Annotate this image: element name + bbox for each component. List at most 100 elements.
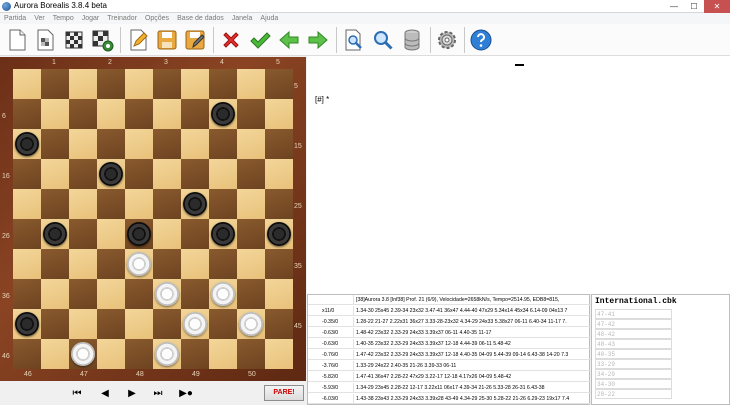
close-button[interactable]: ✕	[704, 0, 730, 13]
dark-square[interactable]	[237, 219, 265, 249]
engine-line[interactable]: -3.76/0 1.33-29 24x22 2.40-35 21-26 3.39-…	[308, 361, 591, 371]
save-edit-icon[interactable]	[182, 26, 208, 54]
white-piece[interactable]	[71, 342, 95, 366]
engine-line[interactable]: -0.35/0 1.28-22 21-27 2.22x31 36x27 3.33-…	[308, 317, 591, 327]
forward-arrow-icon[interactable]	[305, 26, 331, 54]
database-move[interactable]: 33-29	[595, 359, 672, 369]
white-piece[interactable]	[127, 252, 151, 276]
engine-line[interactable]: -0.63/0 1.48-42 23x32 2.33-29 24x33 3.39x…	[308, 328, 591, 338]
dark-square[interactable]	[265, 309, 293, 339]
engine-line[interactable]: -0.76/0 1.47-42 23x32 2.33-29 24x33 3.39x…	[308, 350, 591, 360]
engine-line[interactable]: -5.82/0 1.47-41 36x47 2.28-22 47x29 3.22-…	[308, 372, 591, 382]
dark-square[interactable]	[13, 159, 41, 189]
database-move[interactable]: 34-30	[595, 379, 672, 389]
black-piece[interactable]	[183, 192, 207, 216]
dark-square[interactable]	[181, 99, 209, 129]
dark-square[interactable]	[13, 339, 41, 369]
menu-treinador[interactable]: Treinador	[107, 13, 137, 24]
board-setup-icon[interactable]	[32, 26, 58, 54]
database-move[interactable]: 28-22	[595, 389, 672, 399]
white-piece[interactable]	[155, 282, 179, 306]
menu-ver[interactable]: Ver	[34, 13, 45, 24]
back-arrow-icon[interactable]	[276, 26, 302, 54]
dark-square[interactable]	[209, 309, 237, 339]
dark-square[interactable]	[69, 159, 97, 189]
magnify-document-icon[interactable]	[341, 26, 367, 54]
menu-base-de-dados[interactable]: Base de dados	[177, 13, 224, 24]
black-piece[interactable]	[43, 222, 67, 246]
dark-square[interactable]	[97, 249, 125, 279]
black-piece[interactable]	[211, 222, 235, 246]
dark-square[interactable]	[209, 129, 237, 159]
dark-square[interactable]	[153, 189, 181, 219]
database-move[interactable]: 47-42	[595, 319, 672, 329]
dark-square[interactable]	[153, 69, 181, 99]
dark-square[interactable]	[41, 309, 69, 339]
dark-square[interactable]	[209, 189, 237, 219]
dark-square[interactable]	[237, 99, 265, 129]
save-icon[interactable]	[154, 26, 180, 54]
dark-square[interactable]	[125, 279, 153, 309]
menu-partida[interactable]: Partida	[4, 13, 26, 24]
dark-square[interactable]	[181, 159, 209, 189]
database-move[interactable]: 48-42	[595, 329, 672, 339]
last-move-button[interactable]: ⏭	[152, 388, 164, 400]
opening-database-panel[interactable]: International.cbk 47-41 47-42 48-42 48-4…	[591, 294, 730, 405]
dark-square[interactable]	[237, 279, 265, 309]
stop-button[interactable]: PARE!	[264, 385, 304, 401]
dark-square[interactable]	[41, 189, 69, 219]
black-piece[interactable]	[267, 222, 291, 246]
dark-square[interactable]	[153, 249, 181, 279]
dark-square[interactable]	[125, 219, 153, 249]
dark-square[interactable]	[97, 69, 125, 99]
dark-square[interactable]	[209, 249, 237, 279]
black-piece[interactable]	[99, 162, 123, 186]
database-icon[interactable]	[399, 26, 425, 54]
engine-line[interactable]: -5.93/0 1.34-29 23x45 2.28-22 12-17 3.22x…	[308, 383, 591, 393]
black-piece[interactable]	[15, 312, 39, 336]
dark-square[interactable]	[237, 159, 265, 189]
board-gear-icon[interactable]	[89, 26, 115, 54]
menu-jogar[interactable]: Jogar	[82, 13, 100, 24]
database-move[interactable]: 47-41	[595, 309, 672, 319]
engine-analysis-panel[interactable]: [38]Aurora 3.8 [Inf38] Prof. 21 (6/9), V…	[307, 294, 591, 405]
database-move[interactable]: 40-35	[595, 349, 672, 359]
dark-square[interactable]	[265, 129, 293, 159]
menu-opcoes[interactable]: Opções	[145, 13, 169, 24]
dark-square[interactable]	[41, 69, 69, 99]
checkers-board[interactable]	[13, 69, 293, 369]
dark-square[interactable]	[181, 219, 209, 249]
black-piece[interactable]	[211, 102, 235, 126]
dark-square[interactable]	[153, 129, 181, 159]
white-piece[interactable]	[211, 282, 235, 306]
dark-square[interactable]	[265, 249, 293, 279]
dark-square[interactable]	[97, 309, 125, 339]
minimize-button[interactable]: —	[664, 0, 684, 13]
white-piece[interactable]	[155, 342, 179, 366]
dark-square[interactable]	[181, 339, 209, 369]
board-icon[interactable]	[61, 26, 87, 54]
accept-icon[interactable]	[247, 26, 273, 54]
search-icon[interactable]	[370, 26, 396, 54]
engine-line[interactable]: x11/0 1.34-30 25x45 2.39-34 23x32 3.47-41…	[308, 306, 591, 316]
previous-move-button[interactable]: ◀	[99, 388, 111, 400]
dark-square[interactable]	[97, 189, 125, 219]
engine-line[interactable]: -6.03/0 1.43-38 23x43 2.33-29 24x33 3.39x…	[308, 394, 591, 404]
next-move-button[interactable]: ▶	[126, 388, 138, 400]
dark-square[interactable]	[265, 69, 293, 99]
dark-square[interactable]	[125, 99, 153, 129]
menu-tempo[interactable]: Tempo	[53, 13, 74, 24]
dark-square[interactable]	[13, 279, 41, 309]
dark-square[interactable]	[97, 129, 125, 159]
dark-square[interactable]	[153, 309, 181, 339]
help-icon[interactable]	[468, 26, 494, 54]
dark-square[interactable]	[237, 339, 265, 369]
dark-square[interactable]	[125, 159, 153, 189]
maximize-button[interactable]: ☐	[684, 0, 704, 13]
dark-square[interactable]	[13, 219, 41, 249]
menu-janela[interactable]: Janela	[232, 13, 253, 24]
dark-square[interactable]	[181, 279, 209, 309]
menu-ajuda[interactable]: Ajuda	[260, 13, 278, 24]
engine-line[interactable]: -0.63/0 1.40-35 23x32 2.33-29 24x33 3.39x…	[308, 339, 591, 349]
black-piece[interactable]	[127, 222, 151, 246]
